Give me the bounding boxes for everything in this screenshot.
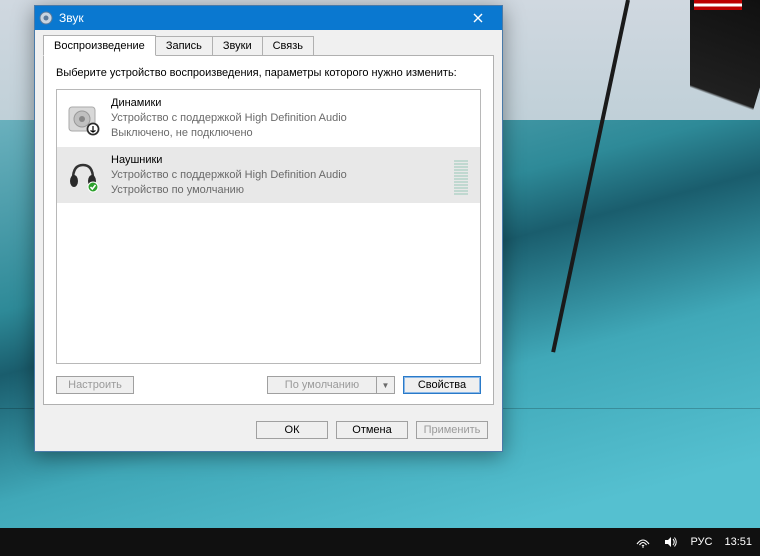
configure-button[interactable]: Настроить: [56, 376, 134, 394]
apply-button[interactable]: Применить: [416, 421, 488, 439]
cancel-button[interactable]: Отмена: [336, 421, 408, 439]
instruction-text: Выберите устройство воспроизведения, пар…: [56, 66, 481, 81]
chevron-down-icon[interactable]: ▼: [377, 376, 395, 394]
headphones-icon: [65, 157, 101, 193]
device-status: Устройство по умолчанию: [111, 183, 444, 198]
tab-sounds[interactable]: Звуки: [212, 36, 263, 55]
wifi-icon[interactable]: [636, 535, 651, 549]
window-title: Звук: [59, 11, 458, 25]
ok-button[interactable]: ОК: [256, 421, 328, 439]
volume-icon[interactable]: [663, 535, 678, 549]
device-status: Выключено, не подключено: [111, 126, 472, 141]
speaker-icon: [65, 101, 101, 137]
clock[interactable]: 13:51: [724, 536, 752, 548]
tab-playback[interactable]: Воспроизведение: [43, 35, 156, 56]
device-desc: Устройство с поддержкой High Definition …: [111, 168, 444, 183]
sound-dialog: Звук Воспроизведение Запись Звуки Связь …: [34, 5, 503, 452]
device-item-headphones[interactable]: Наушники Устройство с поддержкой High De…: [57, 147, 480, 204]
tab-recording[interactable]: Запись: [155, 36, 213, 55]
device-item-speakers[interactable]: Динамики Устройство с поддержкой High De…: [57, 90, 480, 147]
tab-content-playback: Выберите устройство воспроизведения, пар…: [43, 55, 494, 405]
properties-button[interactable]: Свойства: [403, 376, 481, 394]
app-icon: [39, 11, 53, 25]
tab-bar: Воспроизведение Запись Звуки Связь: [35, 30, 502, 55]
dialog-button-row: ОК Отмена Применить: [35, 413, 502, 451]
device-desc: Устройство с поддержкой High Definition …: [111, 111, 472, 126]
device-list[interactable]: Динамики Устройство с поддержкой High De…: [56, 89, 481, 364]
close-button[interactable]: [458, 6, 498, 30]
titlebar[interactable]: Звук: [35, 6, 502, 30]
level-meter: [454, 155, 468, 195]
set-default-button[interactable]: По умолчанию: [267, 376, 377, 394]
set-default-dropdown[interactable]: По умолчанию ▼: [267, 376, 395, 394]
device-name: Динамики: [111, 96, 472, 111]
tab-communications[interactable]: Связь: [262, 36, 314, 55]
device-name: Наушники: [111, 153, 444, 168]
language-indicator[interactable]: РУС: [690, 536, 712, 548]
taskbar[interactable]: РУС 13:51: [0, 528, 760, 556]
